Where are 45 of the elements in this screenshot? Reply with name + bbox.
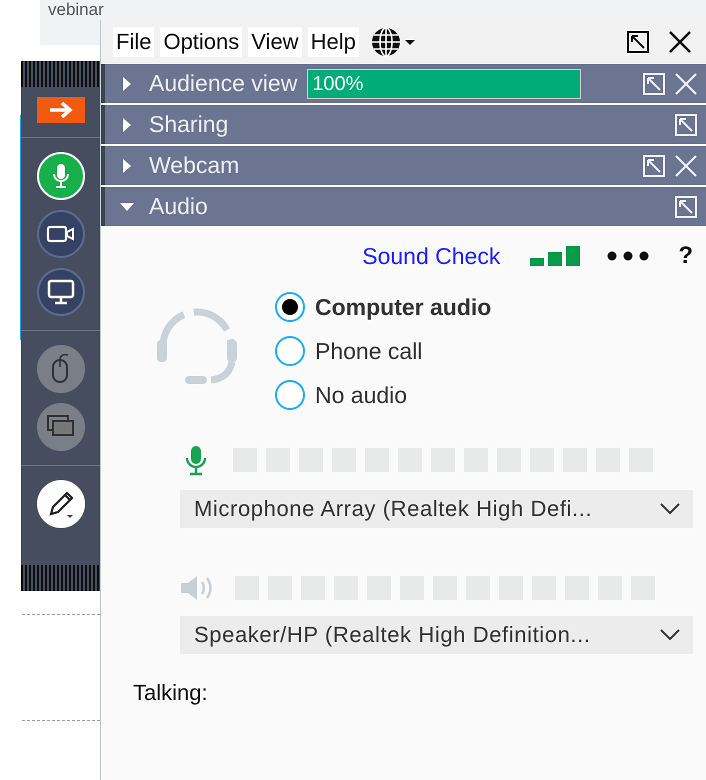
- talking-label: Talking:: [133, 680, 209, 706]
- section-header[interactable]: Sharing: [101, 105, 706, 144]
- radio-label: Phone call: [315, 338, 422, 364]
- radio-label: No audio: [315, 382, 408, 408]
- undock-icon[interactable]: [625, 29, 651, 55]
- menu-item[interactable]: View: [248, 27, 302, 57]
- pencil-button[interactable]: [36, 480, 84, 528]
- section-title: Sharing: [149, 111, 228, 138]
- dropdown-value: Microphone Array (Realtek High Defi...: [194, 496, 592, 522]
- radio-button[interactable]: [275, 292, 305, 322]
- chevron-down-icon: [659, 628, 681, 642]
- chevron-down-icon: [659, 502, 681, 516]
- camera-icon: [46, 224, 76, 244]
- radio-option[interactable]: No audio: [275, 380, 492, 410]
- grip-handle[interactable]: [21, 61, 100, 87]
- monitor-icon: [46, 278, 76, 306]
- radio-button[interactable]: [275, 380, 305, 410]
- help-button[interactable]: ?: [678, 242, 693, 270]
- section-title: Audience view: [149, 70, 298, 97]
- section-header[interactable]: Audio: [101, 187, 706, 226]
- microphone-dropdown[interactable]: Microphone Array (Realtek High Defi...: [180, 490, 693, 528]
- menu-item[interactable]: File: [113, 27, 154, 57]
- radio-option[interactable]: Computer audio: [275, 292, 492, 322]
- menu-item[interactable]: Options: [160, 27, 242, 57]
- camera-button[interactable]: [36, 210, 84, 258]
- speaker-icon: [179, 574, 215, 602]
- section-title: Audio: [149, 193, 208, 220]
- microphone-icon: [50, 162, 70, 190]
- close-icon[interactable]: [667, 29, 693, 55]
- headset-icon: [155, 306, 239, 386]
- sound-check-link[interactable]: Sound Check: [362, 242, 500, 270]
- mic-button[interactable]: [36, 152, 84, 200]
- grip-handle[interactable]: [21, 565, 100, 591]
- more-options-icon[interactable]: [606, 250, 650, 262]
- radio-label: Computer audio: [315, 294, 492, 320]
- radio-option[interactable]: Phone call: [275, 336, 492, 366]
- progress-text: 100%: [311, 72, 364, 94]
- speaker-dropdown[interactable]: Speaker/HP (Realtek High Definition...: [180, 616, 693, 654]
- background-tab-text: vebinar: [48, 0, 104, 20]
- menu-item[interactable]: Help: [308, 27, 359, 57]
- section-title: Webcam: [149, 152, 240, 179]
- screen-button[interactable]: [36, 268, 84, 316]
- radio-button[interactable]: [275, 336, 305, 366]
- dropdown-value: Speaker/HP (Realtek High Definition...: [194, 622, 591, 648]
- arrow-button[interactable]: [36, 97, 84, 123]
